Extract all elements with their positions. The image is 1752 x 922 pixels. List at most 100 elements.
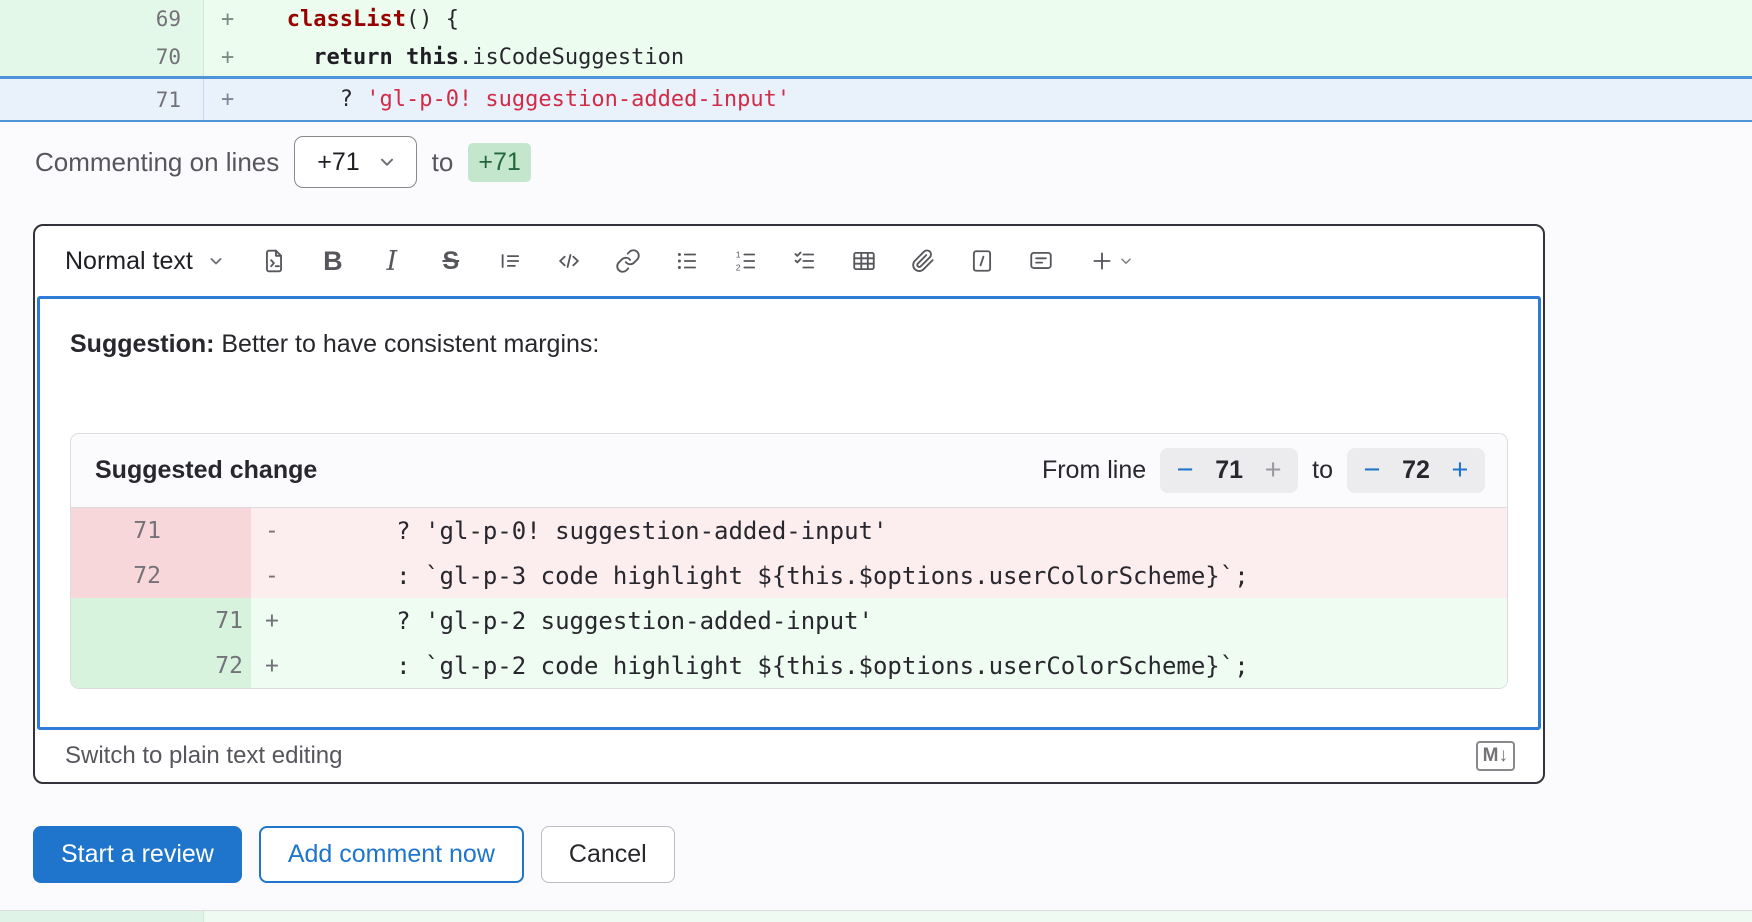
line-number[interactable]: 69	[0, 0, 204, 38]
svg-text:1: 1	[736, 249, 741, 259]
diff-code: return this.isCodeSuggestion	[247, 45, 684, 70]
code-icon	[556, 248, 582, 274]
start-review-button[interactable]: Start a review	[33, 826, 242, 883]
to-line-badge: +71	[468, 143, 530, 182]
more-options-button[interactable]	[1077, 238, 1147, 284]
old-line-number: 71	[71, 508, 181, 553]
diff-line-row: 70+ return this.isCodeSuggestion	[0, 38, 1752, 76]
quote-button[interactable]	[487, 238, 533, 284]
table-button[interactable]	[841, 238, 887, 284]
from-line-label: From line	[1042, 456, 1146, 485]
from-line-decrement-button[interactable]: −	[1164, 456, 1206, 485]
new-line-number	[181, 553, 251, 598]
strikethrough-icon: S	[442, 247, 459, 276]
comment-button[interactable]	[1018, 238, 1064, 284]
commenting-label: Commenting on lines	[35, 147, 279, 178]
suggestion-paragraph: Suggestion: Better to have consistent ma…	[70, 327, 1508, 361]
code-button[interactable]	[546, 238, 592, 284]
add-comment-now-button[interactable]: Add comment now	[259, 826, 524, 883]
diff-line-content: + classList() {	[204, 7, 1752, 32]
new-line-number	[181, 508, 251, 553]
diff-line-row: 71+ ? 'gl-p-0! suggestion-added-input'	[0, 76, 1752, 122]
diff-code: ? 'gl-p-2 suggestion-added-input'	[295, 607, 873, 635]
text-style-label: Normal text	[65, 247, 193, 276]
insert-suggestion-button[interactable]	[251, 238, 297, 284]
suggested-line-content: + : `gl-p-2 code highlight ${this.$optio…	[251, 643, 1507, 688]
to-line-increment-button[interactable]: +	[1439, 456, 1481, 485]
suggested-change-diff: 71 - ? 'gl-p-0! suggestion-added-input' 72…	[71, 508, 1507, 688]
comment-actions: Start a review Add comment now Cancel	[33, 826, 1752, 883]
details-block-button[interactable]	[959, 238, 1005, 284]
suggested-change-widget: Suggested change From line − 71 + to − 7…	[70, 433, 1508, 689]
diff-code: ? 'gl-p-0! suggestion-added-input'	[247, 87, 790, 112]
suggestion-bold-text: Suggestion:	[70, 330, 214, 358]
suggested-change-line: 71 - ? 'gl-p-0! suggestion-added-input'	[71, 508, 1507, 553]
details-block-icon	[969, 248, 995, 274]
diff-line-row: 69+ classList() {	[0, 0, 1752, 38]
to-line-stepper: − 72 +	[1347, 448, 1485, 493]
bullet-list-icon	[674, 248, 700, 274]
comment-icon	[1028, 248, 1054, 274]
code-diff-table: 69+ classList() {70+ return this.isCodeS…	[0, 0, 1752, 122]
diff-code: ? 'gl-p-0! suggestion-added-input'	[295, 517, 887, 545]
suggestion-icon	[261, 248, 287, 274]
suggestion-text: Better to have consistent margins:	[214, 330, 599, 358]
line-number[interactable]: 71	[0, 79, 204, 120]
bold-icon: B	[323, 246, 343, 277]
comment-body[interactable]: Suggestion: Better to have consistent ma…	[37, 296, 1541, 730]
to-line-decrement-button[interactable]: −	[1351, 456, 1393, 485]
bullet-list-button[interactable]	[664, 238, 710, 284]
plus-icon	[1089, 248, 1115, 274]
ordered-list-button[interactable]: 12	[723, 238, 769, 284]
from-line-dropdown[interactable]: +71	[294, 136, 416, 188]
diff-code: : `gl-p-2 code highlight ${this.$options…	[295, 652, 1249, 680]
from-line-stepper: − 71 +	[1160, 448, 1298, 493]
commenting-on-lines-row: Commenting on lines +71 to +71	[35, 136, 1752, 188]
editor-footer: Switch to plain text editing M↓	[35, 730, 1543, 782]
line-number[interactable]: 70	[0, 38, 204, 76]
suggested-line-content: - : `gl-p-3 code highlight ${this.$optio…	[251, 553, 1507, 598]
from-line-value: 71	[1206, 456, 1252, 485]
to-label: to	[432, 147, 454, 178]
chevron-down-icon	[1117, 252, 1135, 270]
suggested-line-content: + ? 'gl-p-2 suggestion-added-input'	[251, 598, 1507, 643]
suggested-change-header: Suggested change From line − 71 + to − 7…	[71, 434, 1507, 508]
to-line-label: to	[1312, 456, 1333, 485]
chevron-down-icon	[206, 251, 226, 271]
italic-button[interactable]: I	[369, 238, 415, 284]
old-line-number	[71, 643, 181, 688]
comment-editor: Normal text BIS12 Suggestion: Better to …	[33, 224, 1545, 784]
to-line-value: 72	[1393, 456, 1439, 485]
diff-line-content: + ? 'gl-p-0! suggestion-added-input'	[204, 87, 1752, 112]
markdown-supported-icon[interactable]: M↓	[1476, 741, 1515, 771]
diff-sign: -	[251, 518, 295, 544]
switch-to-plain-text-button[interactable]: Switch to plain text editing	[65, 742, 343, 770]
paperclip-icon	[910, 248, 936, 274]
svg-text:2: 2	[736, 262, 741, 272]
diff-sign: +	[221, 7, 247, 32]
old-line-number	[71, 598, 181, 643]
ordered-list-icon: 12	[733, 248, 759, 274]
cancel-button[interactable]: Cancel	[541, 826, 675, 883]
task-list-button[interactable]	[782, 238, 828, 284]
diff-code: classList() {	[247, 7, 459, 32]
from-line-increment-button[interactable]: +	[1252, 456, 1294, 485]
suggested-change-line: 72 - : `gl-p-3 code highlight ${this.$opt…	[71, 553, 1507, 598]
table-icon	[851, 248, 877, 274]
diff-sign: +	[221, 87, 247, 112]
suggested-change-line: 72+ : `gl-p-2 code highlight ${this.$opt…	[71, 643, 1507, 688]
chevron-down-icon	[376, 151, 398, 173]
task-list-icon	[792, 248, 818, 274]
text-style-dropdown[interactable]: Normal text	[65, 247, 226, 276]
strikethrough-button[interactable]: S	[428, 238, 474, 284]
attach-file-button[interactable]	[900, 238, 946, 284]
link-button[interactable]	[605, 238, 651, 284]
diff-line-content: + return this.isCodeSuggestion	[204, 45, 1752, 70]
bold-button[interactable]: B	[310, 238, 356, 284]
next-diff-row-partial	[0, 910, 1752, 922]
editor-toolbar: Normal text BIS12	[35, 226, 1543, 296]
old-line-number: 72	[71, 553, 181, 598]
diff-sign: -	[251, 563, 295, 589]
quote-icon	[497, 248, 523, 274]
next-diff-content	[204, 911, 1752, 922]
